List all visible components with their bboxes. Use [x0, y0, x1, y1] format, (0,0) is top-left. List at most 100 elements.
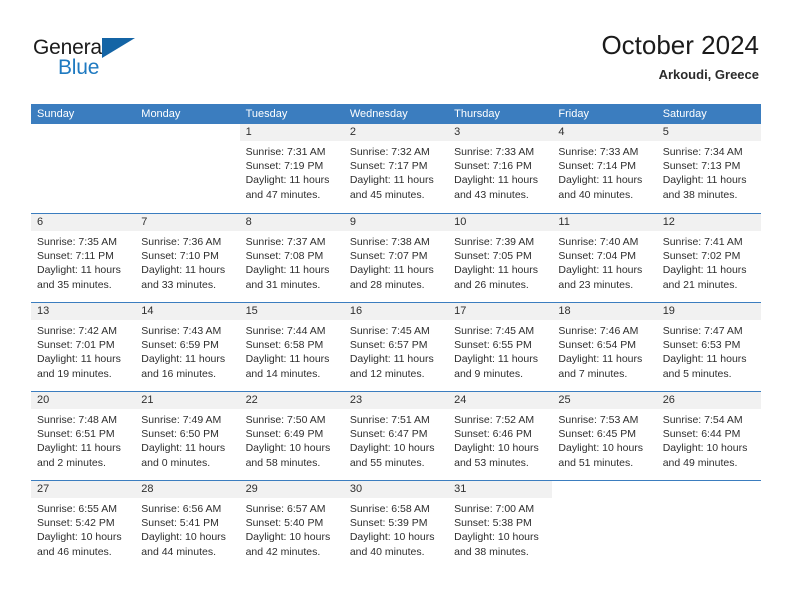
daylight-text-line1: Daylight: 10 hours — [558, 442, 644, 455]
day-number: 4 — [552, 124, 657, 141]
day-details: Sunrise: 7:33 AM Sunset: 7:16 PM Daylight:… — [448, 141, 552, 202]
sunrise-text: Sunrise: 7:49 AM — [141, 414, 222, 426]
sunset-text: Sunset: 6:53 PM — [662, 339, 741, 352]
day-number: 31 — [448, 481, 553, 498]
sunset-text: Sunset: 7:14 PM — [558, 160, 637, 173]
calendar-cell-day-29[interactable]: 29 Sunrise: 6:57 AM Sunset: 5:40 PM Dayligh… — [239, 481, 344, 569]
day-details: Sunrise: 7:41 AM Sunset: 7:02 PM Daylight:… — [657, 231, 761, 292]
calendar-cell-day-7[interactable]: 7 Sunrise: 7:36 AM Sunset: 7:10 PM Daylight… — [135, 214, 240, 302]
day-details: Sunrise: 7:00 AM Sunset: 5:38 PM Daylight:… — [448, 498, 552, 559]
day-number — [31, 124, 135, 141]
calendar-cell-day-14[interactable]: 14 Sunrise: 7:43 AM Sunset: 6:59 PM Dayligh… — [135, 303, 240, 391]
page-header: General Blue October 2024 Arkoudi, Greec… — [33, 28, 759, 100]
daylight-text-line2: and 33 minutes. — [141, 278, 216, 291]
sunset-text: Sunset: 5:39 PM — [349, 517, 428, 530]
calendar-cell-day-16[interactable]: 16 Sunrise: 7:45 AM Sunset: 6:57 PM Dayligh… — [343, 303, 449, 391]
calendar-weeks: 1 Sunrise: 7:31 AM Sunset: 7:19 PM Daylight… — [31, 124, 761, 569]
day-number: 9 — [343, 214, 449, 231]
daylight-text-line2: and 40 minutes. — [558, 188, 634, 201]
calendar-cell-day-24[interactable]: 24 Sunrise: 7:52 AM Sunset: 6:46 PM Dayligh… — [448, 392, 553, 480]
calendar-cell-day-3[interactable]: 3 Sunrise: 7:33 AM Sunset: 7:16 PM Daylight… — [448, 124, 553, 213]
calendar-cell-day-30[interactable]: 30 Sunrise: 6:58 AM Sunset: 5:39 PM Dayligh… — [343, 481, 449, 569]
day-details: Sunrise: 7:39 AM Sunset: 7:05 PM Daylight:… — [448, 231, 552, 292]
daylight-text-line1: Daylight: 10 hours — [662, 442, 748, 455]
daylight-text-line1: Daylight: 11 hours — [37, 353, 121, 366]
sunset-text: Sunset: 7:13 PM — [662, 160, 741, 173]
calendar-cell-day-31[interactable]: 31 Sunrise: 7:00 AM Sunset: 5:38 PM Dayligh… — [448, 481, 553, 569]
calendar-cell-day-18[interactable]: 18 Sunrise: 7:46 AM Sunset: 6:54 PM Dayligh… — [552, 303, 657, 391]
calendar-cell-day-6[interactable]: 6 Sunrise: 7:35 AM Sunset: 7:11 PM Daylight… — [31, 214, 136, 302]
daylight-text-line1: Daylight: 10 hours — [454, 531, 539, 544]
day-details: Sunrise: 7:52 AM Sunset: 6:46 PM Daylight:… — [448, 409, 552, 470]
weekday-header-monday: Monday — [141, 108, 181, 120]
calendar-cell-day-26[interactable]: 26 Sunrise: 7:54 AM Sunset: 6:44 PM Dayligh… — [656, 392, 761, 480]
day-details: Sunrise: 7:54 AM Sunset: 6:44 PM Daylight:… — [657, 409, 761, 470]
calendar-week-row: 27 Sunrise: 6:55 AM Sunset: 5:42 PM Dayligh… — [31, 480, 761, 569]
calendar-cell-day-12[interactable]: 12 Sunrise: 7:41 AM Sunset: 7:02 PM Dayligh… — [656, 214, 761, 302]
calendar-cell-day-5[interactable]: 5 Sunrise: 7:34 AM Sunset: 7:13 PM Daylight… — [656, 124, 761, 213]
sunrise-text: Sunrise: 7:37 AM — [245, 236, 326, 248]
calendar-cell-day-23[interactable]: 23 Sunrise: 7:51 AM Sunset: 6:47 PM Dayligh… — [343, 392, 449, 480]
day-number: 18 — [552, 303, 657, 320]
daylight-text-line1: Daylight: 11 hours — [37, 442, 121, 455]
daylight-text-line1: Daylight: 11 hours — [141, 442, 226, 455]
calendar-cell-day-25[interactable]: 25 Sunrise: 7:53 AM Sunset: 6:45 PM Dayligh… — [552, 392, 657, 480]
daylight-text-line1: Daylight: 11 hours — [245, 174, 330, 187]
daylight-text-line2: and 9 minutes. — [454, 367, 524, 380]
calendar-cell-day-20[interactable]: 20 Sunrise: 7:48 AM Sunset: 6:51 PM Dayligh… — [31, 392, 136, 480]
sunset-text: Sunset: 7:04 PM — [558, 250, 637, 263]
day-number: 29 — [239, 481, 344, 498]
day-number: 16 — [343, 303, 449, 320]
sunset-text: Sunset: 7:10 PM — [141, 250, 219, 263]
calendar-cell-day-8[interactable]: 8 Sunrise: 7:37 AM Sunset: 7:08 PM Daylight… — [239, 214, 344, 302]
day-details: Sunrise: 7:33 AM Sunset: 7:14 PM Daylight:… — [552, 141, 656, 202]
calendar-cell-day-17[interactable]: 17 Sunrise: 7:45 AM Sunset: 6:55 PM Dayligh… — [448, 303, 553, 391]
day-details: Sunrise: 7:46 AM Sunset: 6:54 PM Daylight:… — [552, 320, 656, 381]
calendar-cell-day-11[interactable]: 11 Sunrise: 7:40 AM Sunset: 7:04 PM Dayligh… — [552, 214, 657, 302]
day-number: 22 — [239, 392, 344, 409]
calendar-cell-day-28[interactable]: 28 Sunrise: 6:56 AM Sunset: 5:41 PM Dayligh… — [135, 481, 240, 569]
sunset-text: Sunset: 7:05 PM — [454, 250, 532, 263]
calendar-cell-day-10[interactable]: 10 Sunrise: 7:39 AM Sunset: 7:05 PM Dayligh… — [448, 214, 553, 302]
sunset-text: Sunset: 5:41 PM — [141, 517, 219, 530]
sunrise-text: Sunrise: 7:44 AM — [245, 325, 326, 337]
calendar-cell-day-19[interactable]: 19 Sunrise: 7:47 AM Sunset: 6:53 PM Dayligh… — [656, 303, 761, 391]
daylight-text-line2: and 26 minutes. — [454, 278, 529, 291]
sunrise-text: Sunrise: 7:45 AM — [454, 325, 535, 337]
day-details: Sunrise: 6:56 AM Sunset: 5:41 PM Daylight:… — [135, 498, 239, 559]
sunrise-text: Sunrise: 7:50 AM — [245, 414, 326, 426]
day-details: Sunrise: 7:47 AM Sunset: 6:53 PM Daylight:… — [657, 320, 761, 381]
calendar-cell-day-13[interactable]: 13 Sunrise: 7:42 AM Sunset: 7:01 PM Dayligh… — [31, 303, 136, 391]
sunrise-text: Sunrise: 6:55 AM — [37, 503, 117, 515]
calendar-cell-day-2[interactable]: 2 Sunrise: 7:32 AM Sunset: 7:17 PM Daylight… — [343, 124, 449, 213]
calendar-cell-day-4[interactable]: 4 Sunrise: 7:33 AM Sunset: 7:14 PM Daylight… — [552, 124, 657, 213]
day-number: 15 — [239, 303, 344, 320]
daylight-text-line2: and 44 minutes. — [141, 545, 216, 558]
day-details: Sunrise: 7:44 AM Sunset: 6:58 PM Daylight:… — [240, 320, 344, 381]
calendar-cell-day-27[interactable]: 27 Sunrise: 6:55 AM Sunset: 5:42 PM Dayligh… — [31, 481, 136, 569]
calendar-cell-day-1[interactable]: 1 Sunrise: 7:31 AM Sunset: 7:19 PM Daylight… — [239, 124, 344, 213]
calendar-cell-day-15[interactable]: 15 Sunrise: 7:44 AM Sunset: 6:58 PM Dayligh… — [239, 303, 344, 391]
day-number: 24 — [448, 392, 553, 409]
day-number: 26 — [656, 392, 761, 409]
calendar-cell-day-22[interactable]: 22 Sunrise: 7:50 AM Sunset: 6:49 PM Dayligh… — [239, 392, 344, 480]
daylight-text-line2: and 38 minutes. — [454, 545, 529, 558]
sunrise-text: Sunrise: 7:41 AM — [662, 236, 743, 248]
calendar-page: General Blue October 2024 Arkoudi, Greec… — [0, 0, 792, 612]
daylight-text-line1: Daylight: 11 hours — [349, 353, 434, 366]
day-number: 20 — [31, 392, 136, 409]
daylight-text-line2: and 21 minutes. — [662, 278, 738, 291]
day-details: Sunrise: 6:55 AM Sunset: 5:42 PM Daylight:… — [31, 498, 135, 559]
sunrise-text: Sunrise: 7:38 AM — [349, 236, 430, 248]
day-details: Sunrise: 6:57 AM Sunset: 5:40 PM Daylight:… — [240, 498, 344, 559]
day-number — [552, 481, 656, 498]
calendar-cell-day-21[interactable]: 21 Sunrise: 7:49 AM Sunset: 6:50 PM Dayligh… — [135, 392, 240, 480]
day-details: Sunrise: 7:35 AM Sunset: 7:11 PM Daylight:… — [31, 231, 135, 292]
sunrise-text: Sunrise: 7:48 AM — [37, 414, 117, 426]
calendar-grid: Sunday Monday Tuesday Wednesday Thursday Frid… — [31, 104, 761, 569]
day-details: Sunrise: 7:40 AM Sunset: 7:04 PM Daylight:… — [552, 231, 656, 292]
day-number: 28 — [135, 481, 240, 498]
brand-logo[interactable]: General Blue — [33, 36, 153, 84]
daylight-text-line2: and 49 minutes. — [662, 456, 738, 469]
calendar-cell-day-9[interactable]: 9 Sunrise: 7:38 AM Sunset: 7:07 PM Daylight… — [343, 214, 449, 302]
